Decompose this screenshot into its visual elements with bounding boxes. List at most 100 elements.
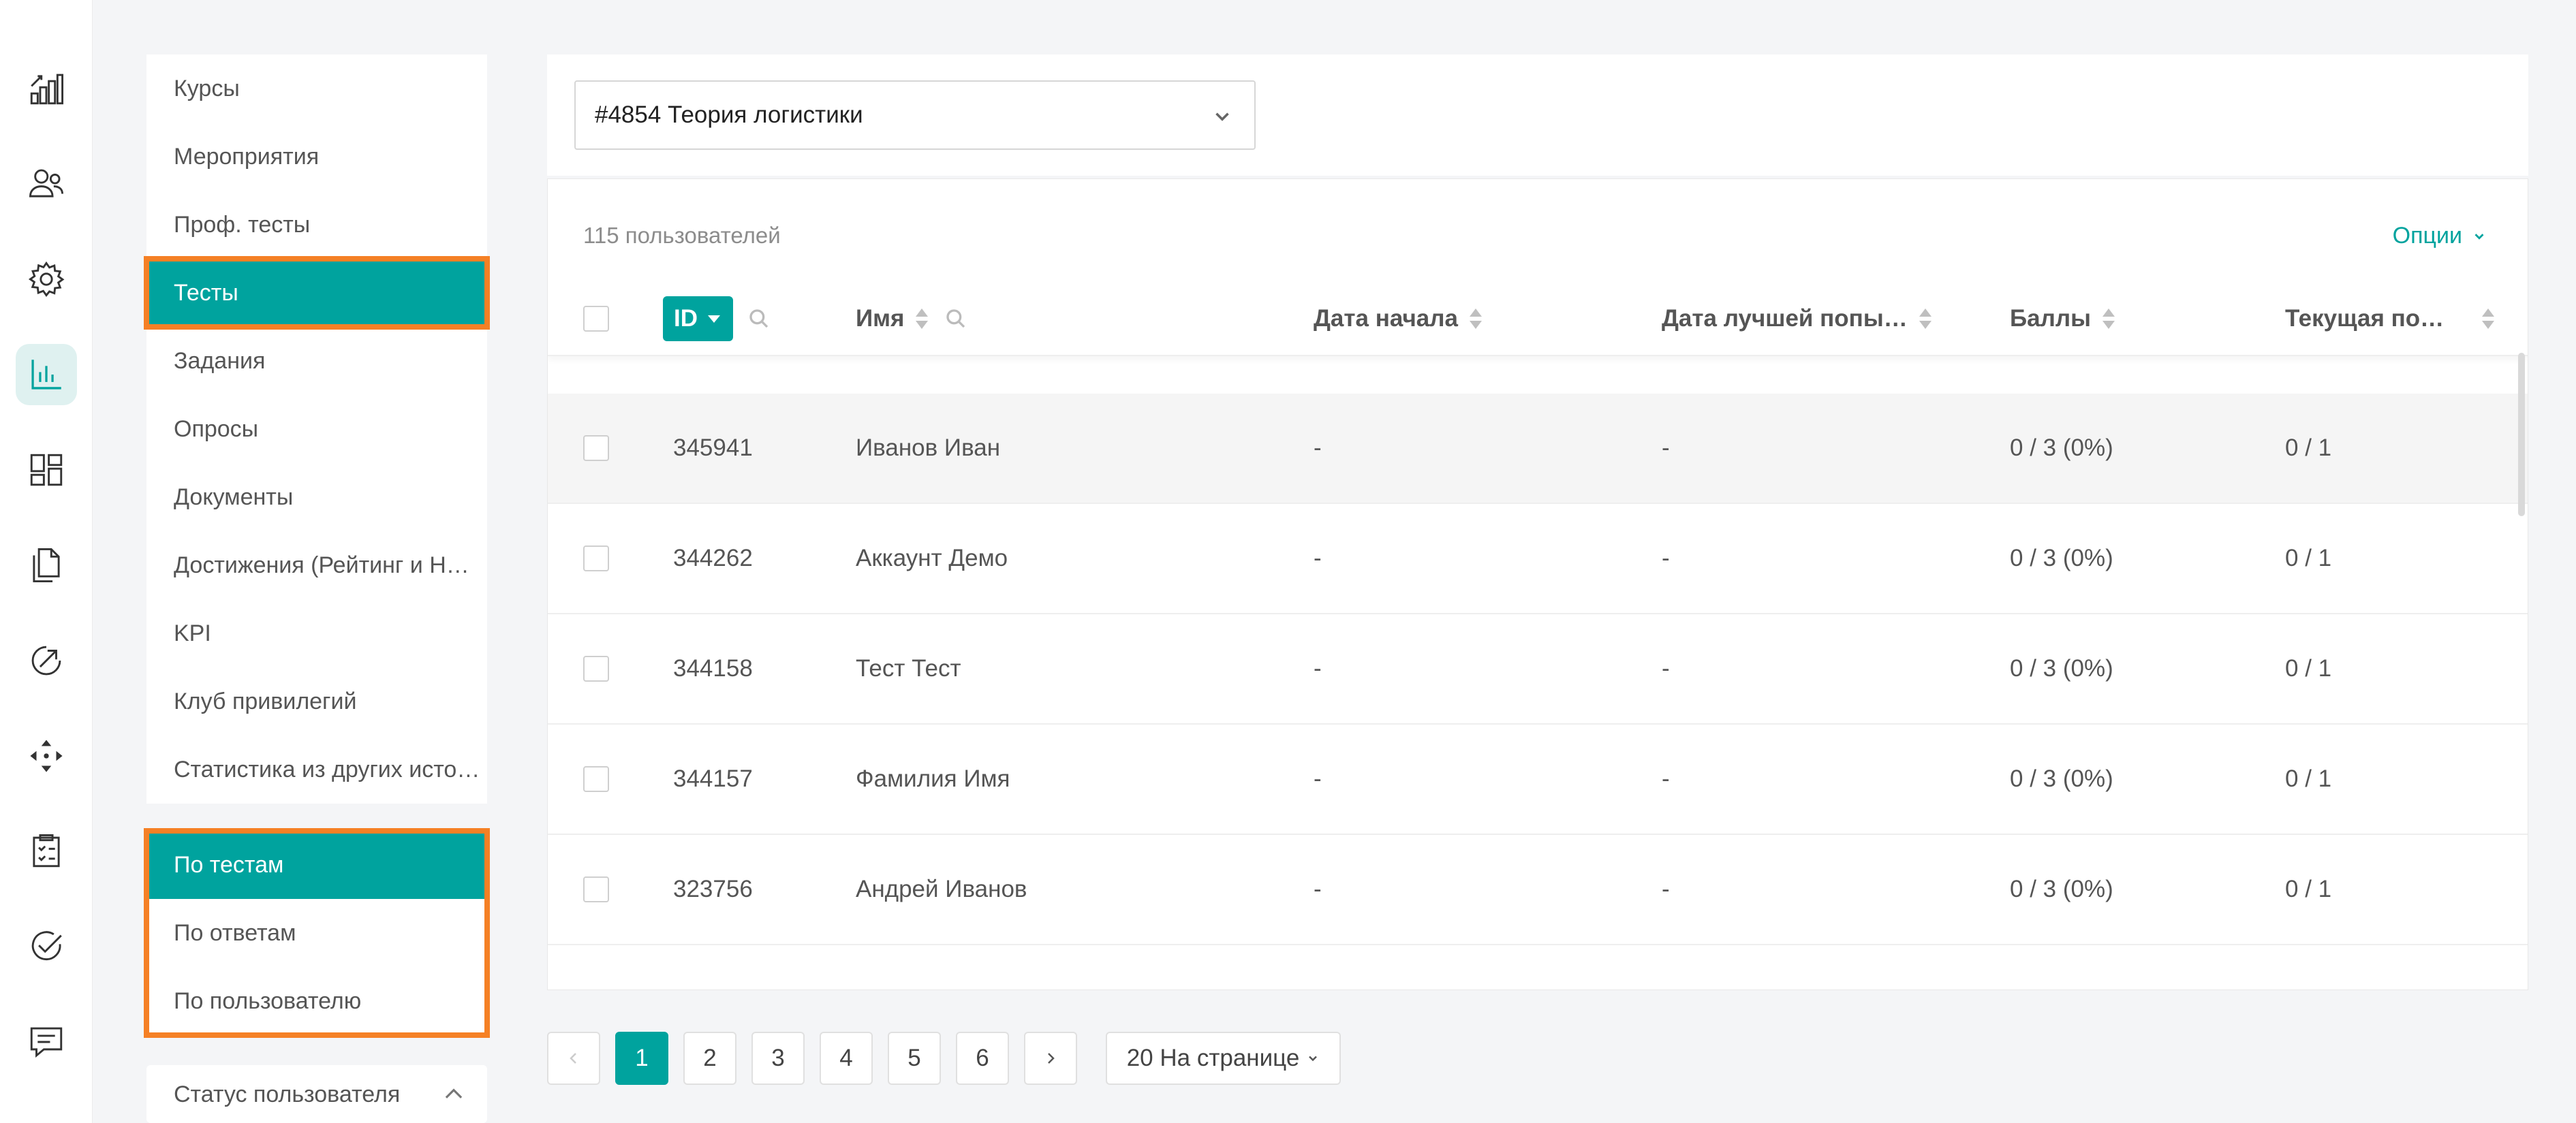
cell-id: 344262	[673, 545, 753, 571]
select-all-checkbox[interactable]	[583, 306, 609, 332]
column-score-label: Баллы	[2010, 305, 2091, 332]
report-by-answers[interactable]: По ответам	[146, 899, 487, 967]
menu-item-events[interactable]: Мероприятия	[146, 123, 487, 191]
column-current-attempt-label: Текущая по…	[2285, 305, 2445, 332]
cell-best-attempt-date: -	[1662, 765, 1670, 792]
menu-item-privilege-club[interactable]: Клуб привилегий	[146, 667, 487, 736]
search-icon[interactable]	[945, 308, 967, 330]
id-sort-button[interactable]: ID	[663, 296, 733, 341]
table-scrollbar[interactable]	[2518, 353, 2525, 516]
menu-item-kpi[interactable]: KPI	[146, 599, 487, 667]
chat-icon[interactable]	[16, 1011, 77, 1073]
menu-item-surveys[interactable]: Опросы	[146, 395, 487, 463]
dashboard-icon[interactable]	[16, 439, 77, 501]
user-status-filter[interactable]: Статус пользователя	[146, 1065, 487, 1123]
row-checkbox[interactable]	[583, 656, 609, 682]
chevron-up-icon[interactable]	[441, 1081, 467, 1107]
page-button[interactable]: 1	[615, 1032, 668, 1085]
row-checkbox[interactable]	[583, 435, 609, 461]
cell-current-attempt: 0 / 1	[2285, 765, 2332, 792]
row-checkbox[interactable]	[583, 545, 609, 571]
chevron-right-icon	[1048, 1053, 1055, 1064]
column-id-label: ID	[674, 305, 698, 332]
cell-name[interactable]: Аккаунт Демо	[856, 504, 1008, 613]
page-button[interactable]: 3	[751, 1032, 805, 1085]
per-page-select[interactable]: 20 На странице	[1106, 1032, 1341, 1085]
menu-item-other-sources[interactable]: Статистика из других исто…	[146, 736, 487, 804]
category-menu: Курсы Мероприятия Проф. тесты Тесты Зада…	[146, 54, 487, 804]
chart-growth-icon[interactable]	[16, 58, 77, 119]
column-current-attempt[interactable]: Текущая по…	[2285, 281, 2496, 356]
column-best-attempt-date[interactable]: Дата лучшей попы…	[1662, 281, 1934, 356]
documents-icon[interactable]	[16, 535, 77, 596]
page-button[interactable]: 2	[683, 1032, 736, 1085]
column-score[interactable]: Баллы	[2010, 281, 2117, 356]
gear-icon[interactable]	[16, 249, 77, 310]
clipboard-icon[interactable]	[16, 821, 77, 882]
report-by-user[interactable]: По пользователю	[146, 967, 487, 1035]
test-select[interactable]: #4854 Теория логистики	[574, 80, 1256, 150]
page-button[interactable]: 6	[956, 1032, 1009, 1085]
page-button[interactable]: 4	[820, 1032, 873, 1085]
options-label: Опции	[2392, 223, 2462, 249]
user-status-label: Статус пользователя	[174, 1081, 401, 1107]
search-icon[interactable]	[748, 308, 770, 330]
results-table: 115 пользователей Опции ID Имя Дата нача…	[547, 178, 2528, 990]
cell-score: 0 / 3 (0%)	[2010, 545, 2113, 571]
cell-id: 323756	[673, 876, 753, 902]
cell-name[interactable]: Андрей Иванов	[856, 835, 1027, 944]
table-row[interactable]: 344262 Аккаунт Демо - - 0 / 3 (0%) 0 / 1	[548, 504, 2528, 614]
bar-chart-icon[interactable]	[16, 344, 77, 405]
users-count: 115 пользователей	[583, 223, 781, 248]
cell-current-attempt: 0 / 1	[2285, 545, 2332, 571]
table-row[interactable]: 323756 Андрей Иванов - - 0 / 3 (0%) 0 / …	[548, 835, 2528, 945]
cell-best-attempt-date: -	[1662, 655, 1670, 682]
cell-name[interactable]: Иванов Иван	[856, 394, 1000, 503]
table-row[interactable]: 344157 Фамилия Имя - - 0 / 3 (0%) 0 / 1	[548, 725, 2528, 835]
sort-icon[interactable]	[2480, 306, 2496, 331]
table-row[interactable]: 344158 Тест Тест - - 0 / 3 (0%) 0 / 1	[548, 614, 2528, 725]
menu-item-achievements[interactable]: Достижения (Рейтинг и Н…	[146, 531, 487, 599]
next-page-button[interactable]	[1024, 1032, 1077, 1085]
test-selector-bar: #4854 Теория логистики	[547, 54, 2528, 176]
check-circle-icon[interactable]	[16, 916, 77, 977]
prev-page-button[interactable]	[547, 1032, 600, 1085]
column-start-date-label: Дата начала	[1314, 305, 1458, 332]
sort-icon[interactable]	[1917, 306, 1934, 331]
sort-icon[interactable]	[1468, 306, 1484, 331]
cell-score: 0 / 3 (0%)	[2010, 434, 2113, 461]
cell-score: 0 / 3 (0%)	[2010, 655, 2113, 682]
test-select-value: #4854 Теория логистики	[595, 101, 863, 128]
row-checkbox[interactable]	[583, 766, 609, 792]
cell-start-date: -	[1314, 545, 1322, 571]
chevron-down-icon[interactable]	[1211, 105, 1234, 128]
column-name[interactable]: Имя	[856, 281, 967, 356]
cell-start-date: -	[1314, 765, 1322, 792]
move-icon[interactable]	[16, 725, 77, 787]
menu-item-documents[interactable]: Документы	[146, 463, 487, 531]
menu-item-tests[interactable]: Тесты	[146, 259, 487, 327]
cell-id: 345941	[673, 434, 753, 461]
cell-name[interactable]: Тест Тест	[856, 614, 961, 723]
users-icon[interactable]	[16, 153, 77, 215]
sort-icon[interactable]	[2100, 306, 2117, 331]
options-menu[interactable]: Опции	[2393, 223, 2487, 249]
column-name-label: Имя	[856, 305, 905, 332]
menu-item-tasks[interactable]: Задания	[146, 327, 487, 395]
compass-icon[interactable]	[16, 630, 77, 691]
table-row[interactable]: 345941 Иванов Иван - - 0 / 3 (0%) 0 / 1	[548, 394, 2528, 504]
page-button[interactable]: 5	[888, 1032, 941, 1085]
cell-id: 344158	[673, 655, 753, 682]
column-start-date[interactable]: Дата начала	[1314, 281, 1484, 356]
menu-item-courses[interactable]: Курсы	[146, 54, 487, 123]
cell-name[interactable]: Фамилия Имя	[856, 725, 1010, 834]
menu-item-prof-tests[interactable]: Проф. тесты	[146, 191, 487, 259]
report-by-tests[interactable]: По тестам	[146, 831, 487, 899]
cell-score: 0 / 3 (0%)	[2010, 876, 2113, 902]
cell-id: 344157	[673, 765, 753, 792]
row-checkbox[interactable]	[583, 876, 609, 902]
column-id[interactable]: ID	[663, 281, 770, 356]
sort-icon[interactable]	[914, 306, 930, 331]
report-type-menu: По тестам По ответам По пользователю	[146, 831, 487, 1035]
per-page-label: 20 На странице	[1126, 1045, 1300, 1071]
